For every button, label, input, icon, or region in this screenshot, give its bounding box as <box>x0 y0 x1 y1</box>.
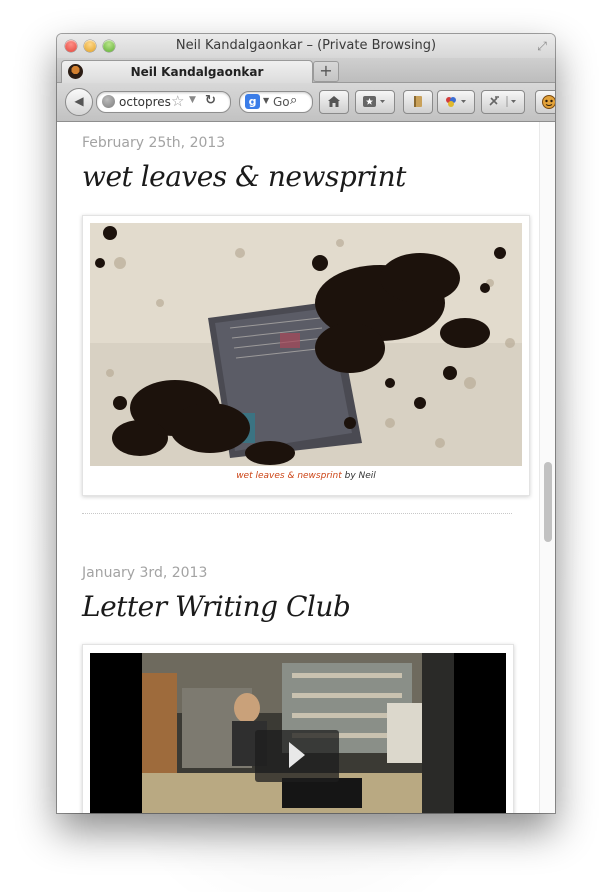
window-title: Neil Kandalgaonkar – (Private Browsing) <box>175 38 437 53</box>
caption-credit: by Neil <box>341 471 376 481</box>
play-button[interactable] <box>255 730 339 782</box>
bookmarks-button[interactable] <box>355 90 395 114</box>
url-text[interactable]: octopres <box>119 95 171 109</box>
photo-caption: wet leaves & newsprint by Neil <box>83 471 529 481</box>
reload-icon[interactable]: ↻ <box>205 93 216 108</box>
fullscreen-icon[interactable]: ⤢ <box>535 39 549 53</box>
play-icon <box>289 742 305 768</box>
search-engine-icon[interactable]: g <box>245 94 260 109</box>
navigation-toolbar: ◀ octopres ☆ ▼ ↻ g ▼ Go ⌕ <box>57 83 555 122</box>
tab-title: Neil Kandalgaonkar <box>130 65 264 79</box>
search-input[interactable]: Go <box>273 95 291 109</box>
caption-link[interactable]: wet leaves & newsprint <box>236 471 342 481</box>
new-tab-button[interactable]: + <box>313 61 339 82</box>
post-title-link[interactable]: Letter Writing Club <box>82 590 351 623</box>
post-date: February 25th, 2013 <box>82 135 226 151</box>
search-bar[interactable]: g ▼ Go ⌕ <box>239 91 313 113</box>
globe-icon <box>102 95 115 108</box>
tab-bar: Neil Kandalgaonkar + <box>57 58 555 83</box>
post-video-figure <box>82 644 514 813</box>
reader-button[interactable] <box>403 90 433 114</box>
star-icon[interactable]: ☆ <box>171 92 184 110</box>
reader-icon <box>414 96 422 107</box>
scrollbar-thumb[interactable] <box>544 462 552 542</box>
tools-icon <box>489 96 516 107</box>
url-dropdown-icon[interactable]: ▼ <box>189 95 196 105</box>
post-divider <box>82 513 512 514</box>
video-player[interactable] <box>90 653 506 813</box>
search-icon[interactable]: ⌕ <box>290 93 297 108</box>
home-button[interactable] <box>319 90 349 114</box>
tab-active[interactable]: Neil Kandalgaonkar <box>61 60 313 83</box>
mascot-icon <box>542 95 555 109</box>
search-engine-dropdown-icon[interactable]: ▼ <box>263 96 269 105</box>
browser-window: Neil Kandalgaonkar – (Private Browsing) … <box>57 34 555 813</box>
home-icon <box>328 96 340 107</box>
back-icon: ◀ <box>74 94 84 108</box>
bookmarks-icon <box>363 96 385 107</box>
page-content: February 25th, 2013 wet leaves & newspri… <box>57 122 555 813</box>
favicon-icon <box>68 64 83 79</box>
post-photo[interactable] <box>90 223 522 466</box>
back-button[interactable]: ◀ <box>65 88 93 116</box>
mascot-button[interactable] <box>535 90 555 114</box>
tools-button[interactable] <box>481 90 525 114</box>
extension-icon <box>446 97 466 107</box>
url-bar[interactable]: octopres ☆ ▼ ↻ <box>96 91 231 113</box>
post-title-link[interactable]: wet leaves & newsprint <box>82 160 406 193</box>
title-bar: Neil Kandalgaonkar – (Private Browsing) … <box>57 34 555 58</box>
post-date: January 3rd, 2013 <box>82 565 208 581</box>
post-figure: wet leaves & newsprint by Neil <box>82 215 530 496</box>
extension-button[interactable] <box>437 90 475 114</box>
scrollbar[interactable] <box>539 122 555 813</box>
